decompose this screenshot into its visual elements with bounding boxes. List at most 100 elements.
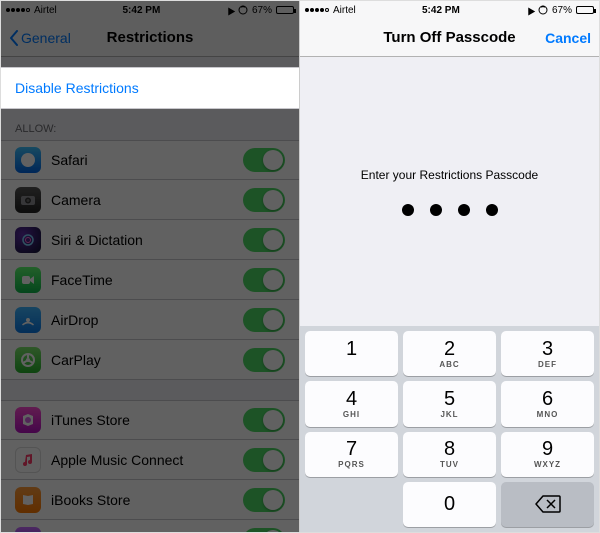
- setting-row-podcasts: Podcasts: [1, 520, 299, 532]
- setting-row-camera: Camera: [1, 180, 299, 220]
- key-0[interactable]: 0: [403, 482, 496, 527]
- setting-label: iTunes Store: [51, 412, 233, 428]
- key-8[interactable]: 8TUV: [403, 432, 496, 477]
- key-3[interactable]: 3DEF: [501, 331, 594, 376]
- setting-label: FaceTime: [51, 272, 233, 288]
- key-letters-label: DEF: [538, 360, 557, 369]
- back-label: General: [21, 30, 71, 46]
- key-4[interactable]: 4GHI: [305, 381, 398, 426]
- siri-icon: [15, 227, 41, 253]
- key-6[interactable]: 6MNO: [501, 381, 594, 426]
- nav-bar: Turn Off Passcode Cancel: [300, 19, 599, 57]
- key-num-label: 1: [346, 339, 357, 359]
- key-num-label: 9: [542, 439, 553, 459]
- key-letters-label: PQRS: [338, 460, 365, 469]
- music-icon: [15, 447, 41, 473]
- passcode-screen: Airtel 5:42 PM 67% Turn Off Passcode Can…: [300, 1, 599, 532]
- setting-label: iBooks Store: [51, 492, 233, 508]
- setting-label: Safari: [51, 152, 233, 168]
- restrictions-screen: Airtel 5:42 PM 67% General Restrictions …: [1, 1, 300, 532]
- passcode-dot: [458, 204, 470, 216]
- status-bar: Airtel 5:42 PM 67%: [1, 1, 299, 19]
- key-num-label: 8: [444, 439, 455, 459]
- key-letters-label: MNO: [537, 410, 559, 419]
- toggle-podcasts[interactable]: [243, 528, 285, 533]
- setting-row-siri: Siri & Dictation: [1, 220, 299, 260]
- orientation-lock-icon: [538, 5, 548, 15]
- cancel-button[interactable]: Cancel: [521, 30, 591, 46]
- setting-row-facetime: FaceTime: [1, 260, 299, 300]
- key-1[interactable]: 1: [305, 331, 398, 376]
- setting-label: CarPlay: [51, 352, 233, 368]
- key-blank: [305, 482, 398, 527]
- setting-label: Camera: [51, 192, 233, 208]
- itunes-icon: [15, 407, 41, 433]
- setting-row-carplay: CarPlay: [1, 340, 299, 380]
- toggle-safari[interactable]: [243, 148, 285, 172]
- backspace-key[interactable]: [501, 482, 594, 527]
- setting-row-music: Apple Music Connect: [1, 440, 299, 480]
- facetime-icon: [15, 267, 41, 293]
- location-icon: [525, 5, 535, 15]
- podcasts-icon: [15, 527, 41, 533]
- key-num-label: 7: [346, 439, 357, 459]
- key-9[interactable]: 9WXYZ: [501, 432, 594, 477]
- setting-label: Podcasts: [51, 532, 233, 533]
- passcode-dot: [430, 204, 442, 216]
- toggle-music[interactable]: [243, 448, 285, 472]
- setting-label: AirDrop: [51, 312, 233, 328]
- key-letters-label: GHI: [343, 410, 360, 419]
- orientation-lock-icon: [238, 5, 248, 15]
- toggle-camera[interactable]: [243, 188, 285, 212]
- camera-icon: [15, 187, 41, 213]
- toggle-itunes[interactable]: [243, 408, 285, 432]
- toggle-airdrop[interactable]: [243, 308, 285, 332]
- key-num-label: 2: [444, 339, 455, 359]
- airdrop-icon: [15, 307, 41, 333]
- passcode-area: Enter your Restrictions Passcode: [300, 57, 599, 326]
- toggle-ibooks[interactable]: [243, 488, 285, 512]
- carplay-icon: [15, 347, 41, 373]
- key-num-label: 4: [346, 389, 357, 409]
- setting-row-ibooks: iBooks Store: [1, 480, 299, 520]
- passcode-prompt: Enter your Restrictions Passcode: [361, 168, 538, 182]
- numeric-keypad: 1 2ABC3DEF4GHI5JKL6MNO7PQRS8TUV9WXYZ0: [300, 326, 599, 532]
- battery-icon: [276, 6, 294, 14]
- allow-section-header: ALLOW:: [1, 109, 299, 140]
- disable-restrictions-button[interactable]: Disable Restrictions: [1, 67, 299, 109]
- nav-bar: General Restrictions: [1, 19, 299, 57]
- toggle-facetime[interactable]: [243, 268, 285, 292]
- carrier-label: Airtel: [333, 5, 356, 16]
- key-7[interactable]: 7PQRS: [305, 432, 398, 477]
- passcode-dots: [402, 204, 498, 216]
- toggle-siri[interactable]: [243, 228, 285, 252]
- setting-row-itunes: iTunes Store: [1, 400, 299, 440]
- passcode-dot: [486, 204, 498, 216]
- signal-dots-icon: [305, 8, 329, 12]
- key-letters-label: JKL: [440, 410, 458, 419]
- battery-percent: 67%: [552, 5, 572, 16]
- key-5[interactable]: 5JKL: [403, 381, 496, 426]
- back-button[interactable]: General: [9, 30, 79, 46]
- disable-restrictions-label: Disable Restrictions: [15, 80, 139, 96]
- carrier-label: Airtel: [34, 5, 57, 16]
- setting-row-airdrop: AirDrop: [1, 300, 299, 340]
- toggle-carplay[interactable]: [243, 348, 285, 372]
- status-time: 5:42 PM: [422, 5, 460, 16]
- battery-icon: [576, 6, 594, 14]
- setting-label: Apple Music Connect: [51, 452, 233, 468]
- location-icon: [225, 5, 235, 15]
- battery-percent: 67%: [252, 5, 272, 16]
- key-num-label: 5: [444, 389, 455, 409]
- chevron-left-icon: [9, 30, 19, 46]
- cancel-label: Cancel: [545, 30, 591, 46]
- key-num-label: 6: [542, 389, 553, 409]
- passcode-dot: [402, 204, 414, 216]
- key-num-label: 3: [542, 339, 553, 359]
- status-time: 5:42 PM: [122, 5, 160, 16]
- safari-icon: [15, 147, 41, 173]
- key-letters-label: TUV: [440, 460, 459, 469]
- key-letters-label: WXYZ: [534, 460, 561, 469]
- ibooks-icon: [15, 487, 41, 513]
- key-2[interactable]: 2ABC: [403, 331, 496, 376]
